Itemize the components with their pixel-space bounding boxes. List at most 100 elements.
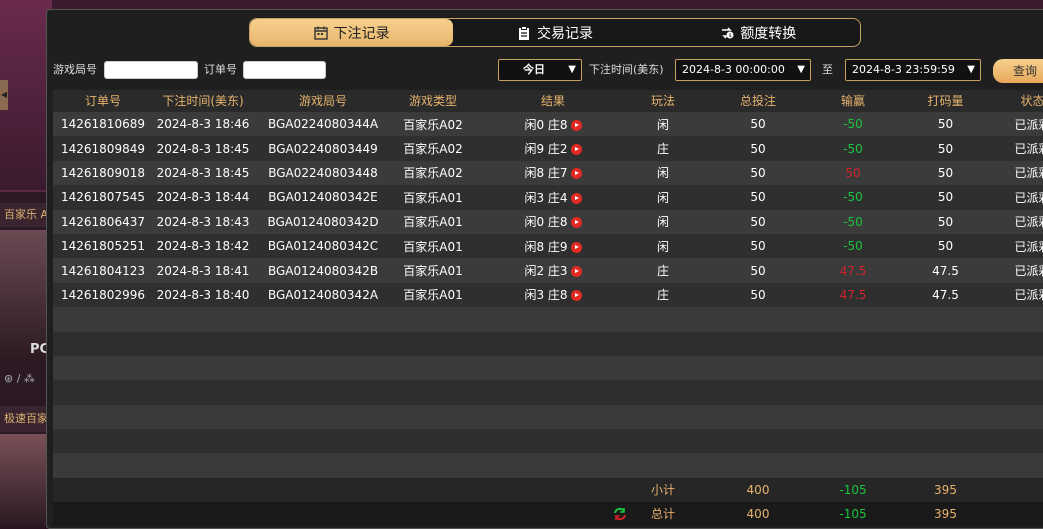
cell-valid: 47.5 bbox=[883, 264, 1008, 278]
empty-row bbox=[53, 356, 1043, 380]
subtotal-winloss: -105 bbox=[823, 483, 883, 497]
cell-bet: 50 bbox=[693, 166, 823, 180]
chevron-down-icon: ▼ bbox=[568, 60, 576, 80]
tab-bet-records[interactable]: 下注记录 bbox=[250, 19, 453, 46]
cell-result: 闲8 庄7 bbox=[473, 164, 633, 181]
cell-result: 闲3 庄8 bbox=[473, 286, 633, 303]
cell-result: 闲9 庄2 bbox=[473, 140, 633, 157]
table-row[interactable]: 142618090182024-8-3 18:45BGA02240803448百… bbox=[53, 161, 1043, 185]
period-select[interactable]: 今日 ▼ bbox=[498, 59, 582, 81]
query-button[interactable]: 查询 bbox=[993, 59, 1043, 83]
refresh-icon[interactable] bbox=[593, 507, 633, 522]
cell-winloss: -50 bbox=[823, 239, 883, 253]
replay-icon[interactable] bbox=[571, 168, 582, 179]
cell-order: 14261802996 bbox=[53, 288, 153, 302]
replay-icon[interactable] bbox=[571, 144, 582, 155]
cell-type: 百家乐A02 bbox=[393, 116, 473, 133]
replay-icon[interactable] bbox=[571, 290, 582, 301]
tab-bar: 下注记录 交易记录 $ 额度转换 bbox=[249, 18, 861, 47]
cell-time: 2024-8-3 18:44 bbox=[153, 190, 253, 204]
cell-bet: 50 bbox=[693, 142, 823, 156]
cell-type: 百家乐A01 bbox=[393, 189, 473, 206]
cell-bet: 50 bbox=[693, 264, 823, 278]
cell-type: 百家乐A02 bbox=[393, 140, 473, 157]
cell-time: 2024-8-3 18:46 bbox=[153, 117, 253, 131]
start-time-select[interactable]: 2024-8-3 00:00:00 ▼ bbox=[675, 59, 811, 81]
table-row[interactable]: 142618106892024-8-3 18:46BGA0224080344A百… bbox=[53, 112, 1043, 136]
side-collapse-handle[interactable]: ◀ bbox=[0, 80, 8, 110]
cell-order: 14261809018 bbox=[53, 166, 153, 180]
end-time-select[interactable]: 2024-8-3 23:59:59 ▼ bbox=[845, 59, 981, 81]
column-header: 打码量 bbox=[883, 90, 1008, 112]
empty-row bbox=[53, 380, 1043, 404]
column-header: 总投注 bbox=[693, 90, 823, 112]
table-row[interactable]: 142618098492024-8-3 18:45BGA02240803449百… bbox=[53, 136, 1043, 160]
game-round-input[interactable] bbox=[104, 61, 198, 79]
cell-round: BGA0124080342C bbox=[253, 239, 393, 253]
cell-order: 14261807545 bbox=[53, 190, 153, 204]
cell-result: 闲2 庄3 bbox=[473, 262, 633, 279]
end-time-value: 2024-8-3 23:59:59 bbox=[852, 63, 955, 76]
cell-order: 14261806437 bbox=[53, 215, 153, 229]
result-text: 闲3 庄4 bbox=[524, 191, 567, 205]
cell-round: BGA02240803449 bbox=[253, 142, 393, 156]
tab-label: 额度转换 bbox=[740, 23, 796, 43]
column-header: 结果 bbox=[473, 90, 633, 112]
replay-icon[interactable] bbox=[571, 120, 582, 131]
records-modal: 下注记录 交易记录 $ 额度转换 × 游戏局号 订单号 今日 ▼ 下注时间(美东… bbox=[46, 9, 1043, 529]
cell-bet: 50 bbox=[693, 190, 823, 204]
result-text: 闲8 庄7 bbox=[524, 166, 567, 180]
cell-play: 闲 bbox=[633, 164, 693, 181]
table-row[interactable]: 142618064372024-8-3 18:43BGA0124080342D百… bbox=[53, 210, 1043, 234]
cell-round: BGA0124080342B bbox=[253, 264, 393, 278]
cell-status: 已派彩 bbox=[1008, 213, 1043, 230]
cell-bet: 50 bbox=[693, 239, 823, 253]
replay-icon[interactable] bbox=[571, 266, 582, 277]
total-valid: 395 bbox=[883, 507, 1008, 521]
cell-play: 闲 bbox=[633, 189, 693, 206]
cell-status: 已派彩 bbox=[1008, 238, 1043, 255]
order-no-input[interactable] bbox=[243, 61, 326, 79]
cell-bet: 50 bbox=[693, 117, 823, 131]
cell-order: 14261804123 bbox=[53, 264, 153, 278]
cell-bet: 50 bbox=[693, 288, 823, 302]
cell-type: 百家乐A01 bbox=[393, 262, 473, 279]
background-lobby-strip: ◀ 百家乐 A PC ⊛ / ⁂ 极速百家 bbox=[0, 0, 52, 526]
table-row[interactable]: 142618029962024-8-3 18:40BGA0124080342A百… bbox=[53, 283, 1043, 307]
table-row[interactable]: 142618075452024-8-3 18:44BGA0124080342E百… bbox=[53, 185, 1043, 209]
replay-icon[interactable] bbox=[571, 242, 582, 253]
empty-row bbox=[53, 332, 1043, 356]
cell-valid: 50 bbox=[883, 117, 1008, 131]
column-header: 订单号 bbox=[53, 90, 153, 112]
total-row: 总计 400 -105 395 bbox=[53, 502, 1043, 526]
replay-icon[interactable] bbox=[571, 193, 582, 204]
table-row[interactable]: 142618041232024-8-3 18:41BGA0124080342B百… bbox=[53, 258, 1043, 282]
tab-label: 交易记录 bbox=[537, 23, 593, 43]
tab-transaction-records[interactable]: 交易记录 bbox=[453, 19, 656, 46]
replay-icon[interactable] bbox=[571, 217, 582, 228]
cell-winloss: 47.5 bbox=[823, 264, 883, 278]
subtotal-row: 小计 400 -105 395 bbox=[53, 478, 1043, 502]
cell-type: 百家乐A01 bbox=[393, 286, 473, 303]
cell-play: 闲 bbox=[633, 116, 693, 133]
cell-time: 2024-8-3 18:45 bbox=[153, 142, 253, 156]
cell-round: BGA02240803448 bbox=[253, 166, 393, 180]
cell-winloss: -50 bbox=[823, 215, 883, 229]
table-row[interactable]: 142618052512024-8-3 18:42BGA0124080342C百… bbox=[53, 234, 1043, 258]
column-header: 玩法 bbox=[633, 90, 693, 112]
tab-credit-transfer[interactable]: $ 额度转换 bbox=[657, 19, 860, 46]
empty-row bbox=[53, 405, 1043, 429]
result-text: 闲2 庄3 bbox=[524, 264, 567, 278]
cell-winloss: 47.5 bbox=[823, 288, 883, 302]
bet-records-table: 订单号 下注时间(美东) 游戏局号 游戏类型 结果 玩法 总投注 输赢 打码量 … bbox=[53, 90, 1043, 529]
cell-time: 2024-8-3 18:43 bbox=[153, 215, 253, 229]
cell-winloss: -50 bbox=[823, 142, 883, 156]
cell-order: 14261805251 bbox=[53, 239, 153, 253]
filter-bar: 游戏局号 订单号 今日 ▼ 下注时间(美东) 2024-8-3 00:00:00… bbox=[53, 59, 1043, 83]
cell-status: 已派彩 bbox=[1008, 116, 1043, 133]
cell-time: 2024-8-3 18:40 bbox=[153, 288, 253, 302]
lobby-icons: ⊛ / ⁂ bbox=[4, 372, 35, 385]
total-winloss: -105 bbox=[823, 507, 883, 521]
game-round-label: 游戏局号 bbox=[53, 59, 97, 81]
bet-time-label: 下注时间(美东) bbox=[589, 59, 664, 81]
